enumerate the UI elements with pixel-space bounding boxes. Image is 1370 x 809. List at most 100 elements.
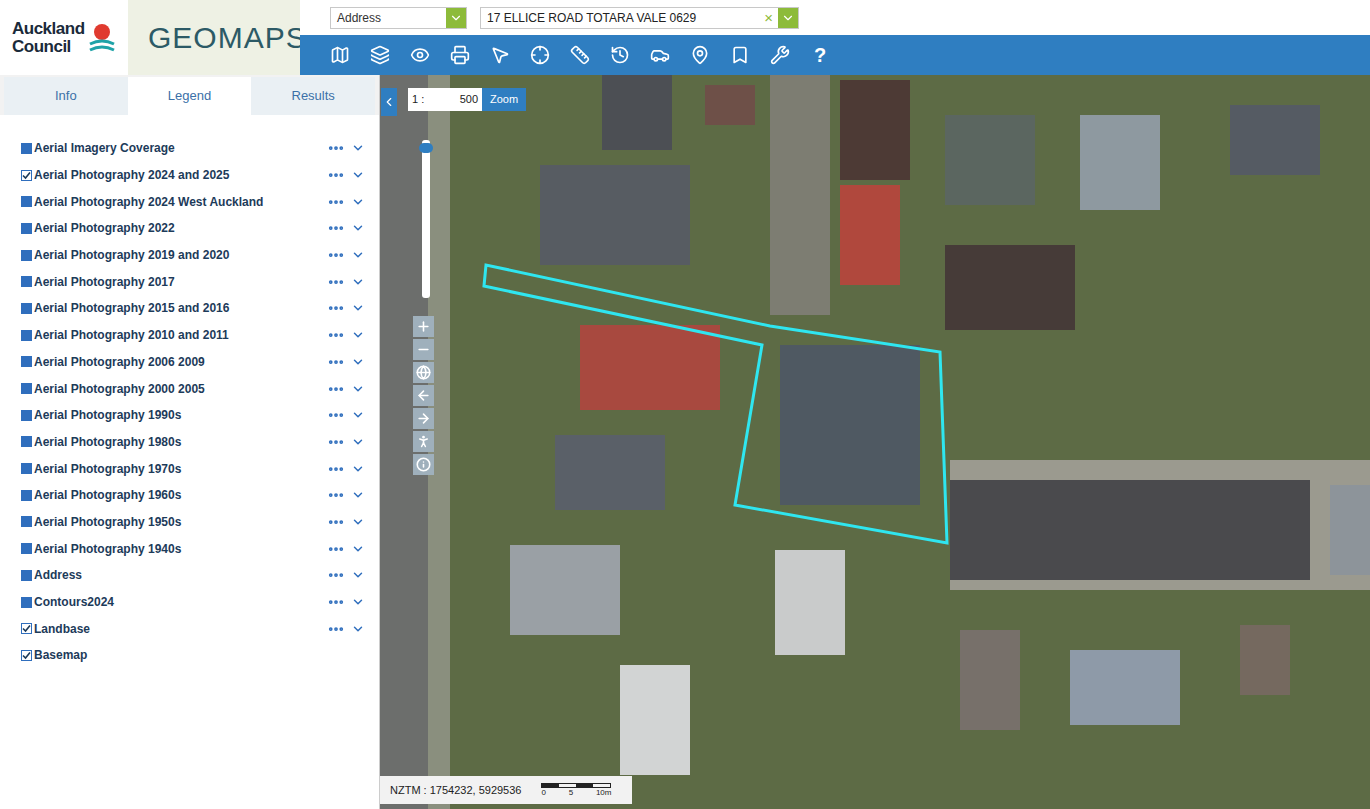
- more-icon[interactable]: [327, 433, 345, 451]
- map-tool-button[interactable]: [413, 362, 434, 383]
- layer-checkbox[interactable]: [21, 330, 32, 341]
- layer-checkbox[interactable]: [21, 410, 32, 421]
- more-icon[interactable]: [327, 406, 345, 424]
- toolbar-button[interactable]: [328, 43, 352, 67]
- map-tool-button[interactable]: [413, 454, 434, 475]
- layer-label[interactable]: Aerial Photography 1940s: [34, 540, 325, 558]
- more-icon[interactable]: [327, 139, 345, 157]
- more-icon[interactable]: [327, 299, 345, 317]
- zoom-button[interactable]: Zoom: [482, 88, 526, 111]
- scale-field[interactable]: 1 :500: [408, 88, 482, 111]
- expand-icon[interactable]: [351, 622, 365, 636]
- clear-button[interactable]: ×: [759, 8, 778, 28]
- layer-checkbox[interactable]: [21, 597, 32, 608]
- expand-icon[interactable]: [351, 168, 365, 182]
- toolbar-button[interactable]: [408, 43, 432, 67]
- layer-checkbox[interactable]: [21, 170, 32, 181]
- layer-label[interactable]: Aerial Photography 2019 and 2020: [34, 246, 325, 264]
- layer-checkbox[interactable]: [21, 516, 32, 527]
- expand-icon[interactable]: [351, 515, 365, 529]
- layer-checkbox[interactable]: [21, 356, 32, 367]
- layer-checkbox[interactable]: [21, 303, 32, 314]
- expand-icon[interactable]: [351, 595, 365, 609]
- layer-label[interactable]: Aerial Photography 1990s: [34, 406, 325, 424]
- map-tool-button[interactable]: [413, 431, 434, 452]
- more-icon[interactable]: [327, 513, 345, 531]
- layer-checkbox[interactable]: [21, 196, 32, 207]
- layer-label[interactable]: Basemap: [34, 646, 365, 664]
- layer-checkbox[interactable]: [21, 570, 32, 581]
- layer-checkbox[interactable]: [21, 436, 32, 447]
- map-tool-button[interactable]: [413, 339, 434, 360]
- more-icon[interactable]: [327, 540, 345, 558]
- layer-checkbox[interactable]: [21, 383, 32, 394]
- zoom-slider-handle[interactable]: [419, 143, 433, 153]
- more-icon[interactable]: [327, 353, 345, 371]
- layer-label[interactable]: Aerial Photography 2010 and 2011: [34, 326, 325, 344]
- toolbar-button[interactable]: [608, 43, 632, 67]
- expand-icon[interactable]: [351, 195, 365, 209]
- more-icon[interactable]: [327, 246, 345, 264]
- expand-icon[interactable]: [351, 435, 365, 449]
- layer-label[interactable]: Aerial Photography 2017: [34, 273, 325, 291]
- tab[interactable]: Info: [4, 77, 128, 115]
- more-icon[interactable]: [327, 460, 345, 478]
- expand-icon[interactable]: [351, 221, 365, 235]
- layer-label[interactable]: Aerial Photography 2022: [34, 219, 325, 237]
- layer-label[interactable]: Aerial Photography 2000 2005: [34, 380, 325, 398]
- expand-icon[interactable]: [351, 301, 365, 315]
- expand-icon[interactable]: [351, 462, 365, 476]
- help-button[interactable]: ?: [808, 40, 832, 70]
- toolbar-button[interactable]: [728, 43, 752, 67]
- more-icon[interactable]: [327, 486, 345, 504]
- expand-icon[interactable]: [351, 488, 365, 502]
- layer-checkbox[interactable]: [21, 623, 32, 634]
- more-icon[interactable]: [327, 193, 345, 211]
- expand-icon[interactable]: [351, 542, 365, 556]
- more-icon[interactable]: [327, 219, 345, 237]
- layer-label[interactable]: Aerial Photography 2015 and 2016: [34, 299, 325, 317]
- more-icon[interactable]: [327, 326, 345, 344]
- toolbar-button[interactable]: [568, 43, 592, 67]
- tab[interactable]: Legend: [128, 77, 252, 115]
- map-tool-button[interactable]: [413, 316, 434, 337]
- more-icon[interactable]: [327, 620, 345, 638]
- toolbar-button[interactable]: [768, 43, 792, 67]
- expand-icon[interactable]: [351, 382, 365, 396]
- expand-icon[interactable]: [351, 355, 365, 369]
- collapse-panel-button[interactable]: [381, 88, 397, 116]
- expand-icon[interactable]: [351, 568, 365, 582]
- layer-label[interactable]: Aerial Photography 2024 and 2025: [34, 166, 325, 184]
- address-field[interactable]: 17 ELLICE ROAD TOTARA VALE 0629×: [480, 7, 799, 29]
- layer-label[interactable]: Landbase: [34, 620, 325, 638]
- toolbar-button[interactable]: [648, 43, 672, 67]
- layer-checkbox[interactable]: [21, 276, 32, 287]
- toolbar-button[interactable]: [688, 43, 712, 67]
- layer-checkbox[interactable]: [21, 463, 32, 474]
- map-tool-button[interactable]: [413, 408, 434, 429]
- expand-icon[interactable]: [351, 248, 365, 262]
- layer-checkbox[interactable]: [21, 223, 32, 234]
- layer-label[interactable]: Contours2024: [34, 593, 325, 611]
- layer-label[interactable]: Aerial Imagery Coverage: [34, 139, 325, 157]
- layer-label[interactable]: Aerial Photography 1980s: [34, 433, 325, 451]
- layer-label[interactable]: Aerial Photography 2006 2009: [34, 353, 325, 371]
- more-icon[interactable]: [327, 566, 345, 584]
- toolbar-button[interactable]: [528, 43, 552, 67]
- more-icon[interactable]: [327, 593, 345, 611]
- toolbar-button[interactable]: [368, 43, 392, 67]
- expand-icon[interactable]: [351, 141, 365, 155]
- toolbar-button[interactable]: [488, 43, 512, 67]
- layer-checkbox[interactable]: [21, 490, 32, 501]
- layer-checkbox[interactable]: [21, 250, 32, 261]
- more-icon[interactable]: [327, 166, 345, 184]
- expand-icon[interactable]: [351, 408, 365, 422]
- expand-icon[interactable]: [351, 275, 365, 289]
- more-icon[interactable]: [327, 380, 345, 398]
- layer-checkbox[interactable]: [21, 650, 32, 661]
- layer-label[interactable]: Aerial Photography 1970s: [34, 460, 325, 478]
- zoom-slider[interactable]: [422, 140, 430, 298]
- tab[interactable]: Results: [251, 77, 375, 115]
- layer-label[interactable]: Aerial Photography 1950s: [34, 513, 325, 531]
- toolbar-button[interactable]: [448, 43, 472, 67]
